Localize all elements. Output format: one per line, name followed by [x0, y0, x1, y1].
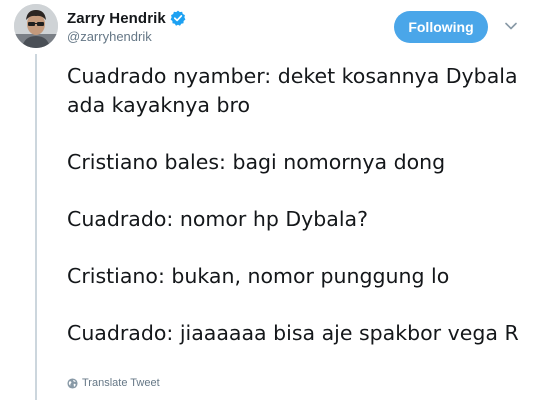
tweet-line: Cristiano: bukan, nomor punggung lo: [67, 264, 450, 288]
tweet-line: Cristiano bales: bagi nomornya dong: [67, 150, 446, 174]
avatar[interactable]: [14, 4, 58, 48]
globe-icon: [67, 377, 78, 389]
avatar-image: [14, 4, 58, 48]
thread-line: [35, 54, 37, 400]
translate-tweet-label: Translate Tweet: [82, 377, 160, 389]
author-display-name[interactable]: Zarry Hendrik: [67, 10, 166, 27]
following-button[interactable]: Following: [394, 11, 488, 43]
translate-tweet-link[interactable]: Translate Tweet: [67, 377, 160, 389]
author-name-row: Zarry Hendrik: [67, 8, 186, 28]
tweet-card: Zarry Hendrik @zarryhendrik Following Cu…: [0, 0, 538, 400]
tweet-text: Cuadrado nyamber: deket kosannya Dybala …: [67, 62, 529, 348]
chevron-down-icon[interactable]: [504, 19, 518, 33]
tweet-line: Cuadrado nyamber: deket kosannya Dybala …: [67, 64, 518, 117]
tweet-line: Cuadrado: nomor hp Dybala?: [67, 207, 368, 231]
tweet-line: Cuadrado: jiaaaaaa bisa aje spakbor vega…: [67, 321, 519, 345]
verified-badge-icon: [170, 10, 186, 26]
author-handle[interactable]: @zarryhendrik: [67, 29, 152, 44]
